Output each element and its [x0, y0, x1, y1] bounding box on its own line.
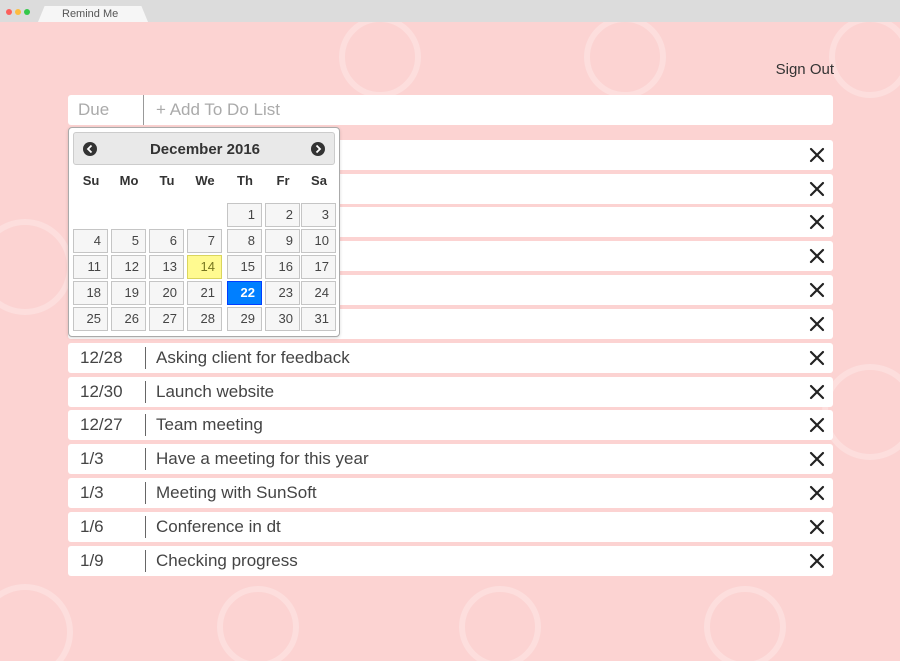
todo-text[interactable]: Have a meeting for this year — [156, 444, 776, 474]
datepicker-day[interactable]: 26 — [111, 307, 146, 331]
datepicker-day[interactable]: 22 — [227, 281, 262, 305]
todo-item[interactable]: 1/9 Checking progress — [68, 546, 833, 576]
browser-tab[interactable]: Remind Me — [38, 6, 148, 22]
delete-icon[interactable] — [808, 518, 826, 536]
todo-divider — [145, 448, 146, 470]
datepicker-day[interactable]: 17 — [301, 255, 336, 279]
datepicker-day[interactable]: 7 — [187, 229, 222, 253]
todo-due-date[interactable]: 12/27 — [68, 410, 146, 440]
datepicker-day[interactable]: 20 — [149, 281, 184, 305]
delete-icon[interactable] — [808, 247, 826, 265]
chevron-left-icon[interactable] — [83, 142, 97, 156]
delete-icon[interactable] — [808, 213, 826, 231]
chevron-right-icon[interactable] — [311, 142, 325, 156]
delete-icon[interactable] — [808, 383, 826, 401]
delete-icon[interactable] — [808, 552, 826, 570]
todo-text[interactable]: Checking progress — [156, 546, 776, 576]
datepicker-day[interactable]: 15 — [227, 255, 262, 279]
todo-item[interactable]: 1/3 Meeting with SunSoft — [68, 478, 833, 508]
add-todo-bar: Due + Add To Do List — [68, 95, 833, 125]
datepicker-day[interactable]: 14 — [187, 255, 222, 279]
datepicker-month-title: December 2016 — [149, 141, 261, 158]
todo-divider — [145, 381, 146, 403]
datepicker-day[interactable]: 19 — [111, 281, 146, 305]
todo-divider — [145, 414, 146, 436]
datepicker-day[interactable]: 2 — [265, 203, 300, 227]
datepicker-day[interactable]: 4 — [73, 229, 108, 253]
todo-due-date[interactable]: 1/3 — [68, 444, 146, 474]
datepicker-day[interactable]: 8 — [227, 229, 262, 253]
datepicker-day[interactable]: 3 — [301, 203, 336, 227]
todo-divider — [145, 550, 146, 572]
datepicker-day[interactable]: 13 — [149, 255, 184, 279]
delete-icon[interactable] — [808, 484, 826, 502]
browser-tab-title: Remind Me — [62, 8, 119, 20]
todo-item[interactable]: 1/3 Have a meeting for this year — [68, 444, 833, 474]
datepicker-weekday-label: We — [195, 173, 215, 188]
close-window-icon[interactable] — [6, 9, 12, 15]
todo-text[interactable]: Meeting with SunSoft — [156, 478, 776, 508]
todo-due-date[interactable]: 1/6 — [68, 512, 146, 542]
todo-due-date[interactable]: 12/28 — [68, 343, 146, 373]
datepicker-day[interactable]: 16 — [265, 255, 300, 279]
datepicker-day[interactable]: 28 — [187, 307, 222, 331]
delete-icon[interactable] — [808, 349, 826, 367]
datepicker-day[interactable]: 30 — [265, 307, 300, 331]
datepicker-header: December 2016 — [73, 132, 335, 165]
add-todo-input[interactable]: + Add To Do List — [146, 95, 826, 125]
minimize-window-icon[interactable] — [15, 9, 21, 15]
todo-text[interactable]: Conference in dt — [156, 512, 776, 542]
delete-icon[interactable] — [808, 416, 826, 434]
todo-divider — [145, 482, 146, 504]
todo-divider — [145, 516, 146, 538]
datepicker-day[interactable]: 10 — [301, 229, 336, 253]
datepicker-day[interactable]: 9 — [265, 229, 300, 253]
datepicker-day[interactable]: 6 — [149, 229, 184, 253]
datepicker-day[interactable]: 27 — [149, 307, 184, 331]
todo-item[interactable]: 12/30 Launch website — [68, 377, 833, 407]
datepicker-day[interactable]: 12 — [111, 255, 146, 279]
datepicker-day[interactable]: 29 — [227, 307, 262, 331]
delete-icon[interactable] — [808, 146, 826, 164]
datepicker-day[interactable]: 23 — [265, 281, 300, 305]
datepicker-day[interactable]: 5 — [111, 229, 146, 253]
datepicker-day[interactable]: 11 — [73, 255, 108, 279]
datepicker: December 2016 Su Mo Tu We Th Fr Sa 1 2 3 4 5 6 7 8 9 10 1… — [68, 127, 340, 337]
datepicker-weekday-label: Sa — [311, 173, 327, 188]
datepicker-weekday-label: Th — [237, 173, 253, 188]
todo-item[interactable]: 12/27 Team meeting — [68, 410, 833, 440]
todo-item[interactable]: 1/6 Conference in dt — [68, 512, 833, 542]
datepicker-day[interactable]: 18 — [73, 281, 108, 305]
todo-due-date[interactable]: 1/9 — [68, 546, 146, 576]
delete-icon[interactable] — [808, 180, 826, 198]
datepicker-weekday-label: Fr — [276, 173, 290, 188]
todo-due-date[interactable]: 1/3 — [68, 478, 146, 508]
maximize-window-icon[interactable] — [24, 9, 30, 15]
todo-item[interactable]: 12/28 Asking client for feedback — [68, 343, 833, 373]
datepicker-day[interactable]: 31 — [301, 307, 336, 331]
todo-text[interactable]: Launch website — [156, 377, 776, 407]
datepicker-day[interactable]: 25 — [73, 307, 108, 331]
datepicker-weekday-label: Mo — [119, 173, 139, 188]
delete-icon[interactable] — [808, 450, 826, 468]
delete-icon[interactable] — [808, 315, 826, 333]
browser-chrome: Remind Me — [0, 0, 900, 22]
datepicker-weekday-label: Su — [82, 173, 100, 188]
due-date-input[interactable]: Due — [68, 95, 144, 125]
datepicker-day[interactable]: 1 — [227, 203, 262, 227]
sign-out-link[interactable]: Sign Out — [762, 61, 834, 81]
datepicker-day[interactable]: 24 — [301, 281, 336, 305]
datepicker-day[interactable]: 21 — [187, 281, 222, 305]
todo-due-date[interactable]: 12/30 — [68, 377, 146, 407]
delete-icon[interactable] — [808, 281, 826, 299]
todo-text[interactable]: Team meeting — [156, 410, 776, 440]
todo-divider — [145, 347, 146, 369]
todo-text[interactable]: Asking client for feedback — [156, 343, 776, 373]
datepicker-weekday-label: Tu — [159, 173, 175, 188]
